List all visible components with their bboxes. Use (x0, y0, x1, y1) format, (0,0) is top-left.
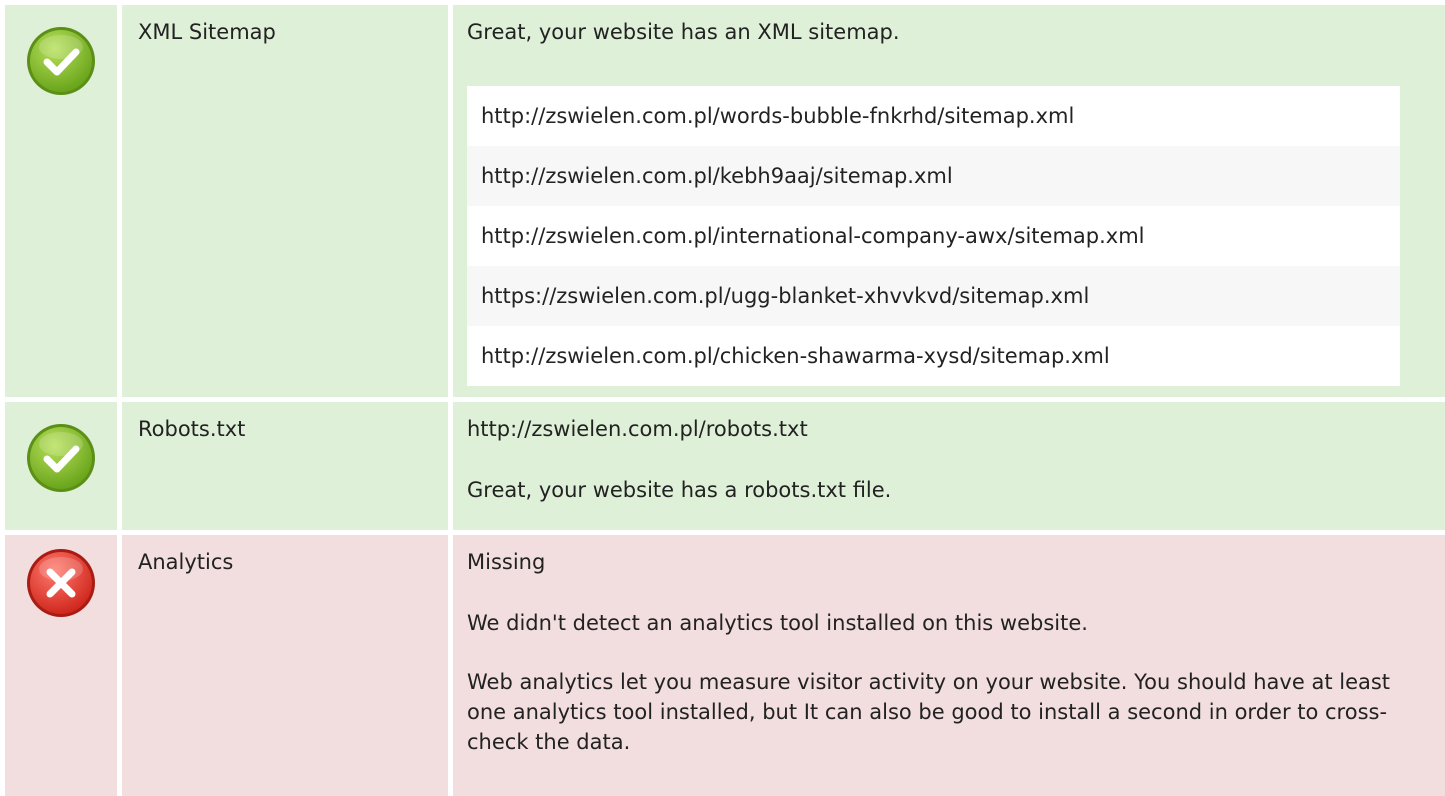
detail-cell: Great, your website has an XML sitemap. … (453, 5, 1445, 397)
result-message: We didn't detect an analytics tool insta… (467, 611, 1088, 635)
check-name-cell: Robots.txt (122, 402, 448, 530)
status-cell (5, 535, 117, 796)
detail-cell: http://zswielen.com.pl/robots.txt Great,… (453, 402, 1445, 530)
sitemap-url[interactable]: https://zswielen.com.pl/ugg-blanket-xhvv… (467, 266, 1400, 326)
check-name: Analytics (138, 550, 234, 574)
detail-cell: Missing We didn't detect an analytics to… (453, 535, 1445, 796)
check-name: XML Sitemap (138, 20, 276, 44)
sitemap-url[interactable]: http://zswielen.com.pl/kebh9aaj/sitemap.… (467, 146, 1400, 206)
row-xml-sitemap: XML Sitemap Great, your website has an X… (5, 5, 1445, 397)
status-cell (5, 402, 117, 530)
sitemap-url[interactable]: http://zswielen.com.pl/words-bubble-fnkr… (467, 86, 1400, 146)
result-message: Great, your website has an XML sitemap. (467, 20, 900, 44)
status-cell (5, 5, 117, 397)
sitemap-url[interactable]: http://zswielen.com.pl/chicken-shawarma-… (467, 326, 1400, 386)
check-name: Robots.txt (138, 417, 246, 441)
row-robots-txt: Robots.txt http://zswielen.com.pl/robots… (5, 402, 1445, 530)
error-circle-icon (27, 549, 95, 617)
sitemap-url[interactable]: http://zswielen.com.pl/international-com… (467, 206, 1400, 266)
result-message: Great, your website has a robots.txt fil… (467, 478, 892, 502)
check-name-cell: Analytics (122, 535, 448, 796)
row-analytics: Analytics Missing We didn't detect an an… (5, 535, 1445, 796)
sitemap-url-list: http://zswielen.com.pl/words-bubble-fnkr… (467, 86, 1400, 386)
check-circle-icon (27, 424, 95, 492)
check-name-cell: XML Sitemap (122, 5, 448, 397)
explanation-text: Web analytics let you measure visitor ac… (467, 670, 1391, 754)
seo-report-table: XML Sitemap Great, your website has an X… (0, 0, 1445, 796)
robots-url[interactable]: http://zswielen.com.pl/robots.txt (467, 415, 808, 443)
result-value: Missing (467, 550, 546, 574)
check-circle-icon (27, 27, 95, 95)
